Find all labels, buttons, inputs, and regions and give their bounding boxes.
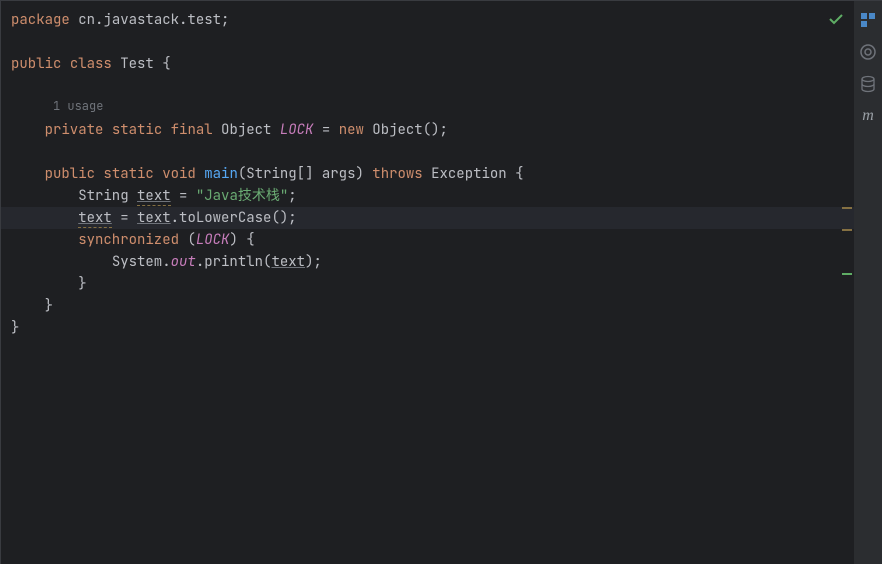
code-line[interactable]: } (11, 317, 854, 339)
type-object: Object (221, 121, 271, 139)
class-name: Test (120, 55, 154, 73)
keyword-public: public (11, 55, 61, 73)
keyword-void: void (162, 165, 196, 183)
structure-icon[interactable] (859, 11, 877, 29)
keyword-final: final (171, 121, 213, 139)
keyword-static: static (112, 121, 162, 139)
var-text: text (137, 187, 171, 206)
code-line[interactable]: public static void main(String[] args) t… (11, 163, 854, 185)
keyword-class: class (70, 55, 112, 73)
code-line-blank[interactable] (11, 31, 854, 53)
ai-assistant-icon[interactable] (859, 43, 877, 61)
keyword-new: new (339, 121, 364, 139)
gutter-marker-warn[interactable] (842, 229, 852, 231)
usage-hint[interactable]: 1 usage (11, 97, 854, 119)
gutter-marker-ok[interactable] (842, 273, 852, 275)
string-literal: "Java技术栈" (196, 187, 288, 205)
code-line-blank[interactable] (11, 75, 854, 97)
keyword-package: package (11, 11, 70, 29)
method-main: main (204, 165, 238, 183)
maven-icon[interactable]: m (859, 107, 877, 125)
keyword-throws: throws (372, 165, 422, 183)
code-line-active[interactable]: text = text.toLowerCase(); (1, 207, 854, 229)
code-line[interactable]: synchronized (LOCK) { (11, 229, 854, 251)
code-line[interactable]: public class Test { (11, 53, 854, 75)
field-out: out (171, 253, 196, 271)
code-line[interactable]: package cn.javastack.test; (11, 9, 854, 31)
database-icon[interactable] (859, 75, 877, 93)
code-line-blank[interactable] (11, 141, 854, 163)
keyword-synchronized: synchronized (78, 231, 179, 249)
gutter-marker-warn[interactable] (842, 207, 852, 209)
code-line[interactable]: String text = "Java技术栈"; (11, 185, 854, 207)
code-line[interactable]: System.out.println(text); (11, 251, 854, 273)
code-line[interactable]: } (11, 295, 854, 317)
code-line[interactable]: } (11, 273, 854, 295)
right-tool-gutter: m (854, 0, 882, 564)
code-editor[interactable]: package cn.javastack.test; public class … (0, 0, 854, 564)
package-name: cn.javastack.test (78, 11, 221, 29)
keyword-private: private (45, 121, 104, 139)
code-line[interactable]: private static final Object LOCK = new O… (11, 119, 854, 141)
field-lock: LOCK (280, 121, 314, 139)
